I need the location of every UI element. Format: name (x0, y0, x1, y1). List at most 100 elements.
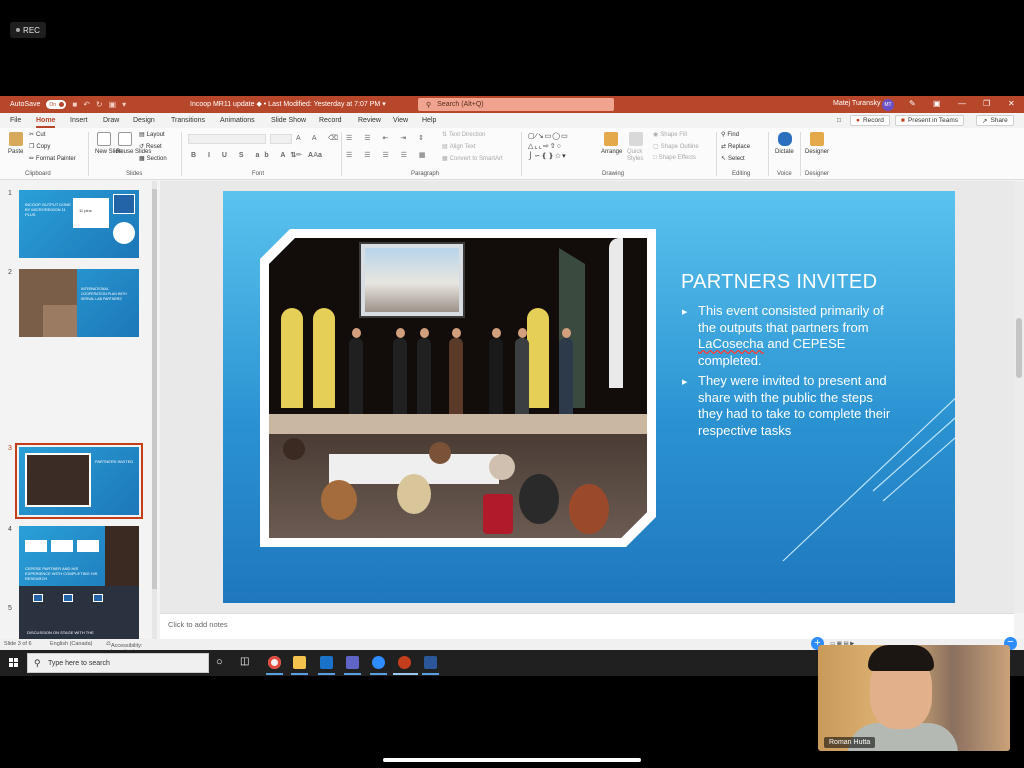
tab-record[interactable]: Record (319, 117, 342, 124)
chrome-icon[interactable] (268, 656, 281, 669)
ribbon-display-icon[interactable]: ▣ (933, 99, 941, 108)
quick-styles-button[interactable]: Quick Styles (627, 149, 649, 163)
tab-slide-show[interactable]: Slide Show (271, 117, 306, 124)
slide-editor[interactable]: PARTNERS INVITED This event consisted pr… (160, 181, 1024, 613)
font-size-controls[interactable]: A A ⌫ (296, 134, 343, 142)
tab-review[interactable]: Review (358, 117, 381, 124)
language-status[interactable]: English (Canada) (50, 641, 93, 647)
shape-effects-button[interactable]: □ Shape Effects (653, 155, 696, 161)
accessibility-status[interactable]: ⚖ Accessibility: Investigate (106, 641, 142, 655)
close-icon[interactable]: ✕ (1008, 99, 1015, 108)
convert-smartart-button[interactable]: ▦ Convert to SmartArt (442, 155, 503, 163)
slide-thumbnail-1[interactable]: INCOOP OUTPUT DONE BY MICROREGION 11 PLU… (19, 190, 139, 258)
shape-outline-button[interactable]: ▢ Shape Outline (653, 143, 699, 151)
tab-insert[interactable]: Insert (70, 117, 88, 124)
select-button[interactable]: ↖ Select (721, 155, 745, 163)
minimize-icon[interactable]: — (958, 99, 966, 108)
record-button[interactable]: ● Record (850, 115, 890, 126)
new-slide-icon[interactable] (97, 132, 111, 146)
notes-pane[interactable]: Click to add notes (160, 613, 1014, 639)
participant-name: Roman Hutta (824, 737, 876, 748)
avatar[interactable]: MT (882, 99, 894, 111)
copy-button[interactable]: ❐ Copy (29, 143, 50, 151)
slide-thumbnail-4[interactable]: CEPESE PARTNER AND HIS EXPERIENCE WITH C… (19, 526, 139, 594)
file-explorer-icon[interactable] (293, 656, 306, 669)
tab-view[interactable]: View (393, 117, 408, 124)
shape-fill-button[interactable]: ◉ Shape Fill (653, 131, 687, 139)
undo-icon[interactable]: ↶ (83, 100, 90, 109)
font-family-select[interactable] (188, 134, 266, 144)
thumbnail-scrollbar-thumb[interactable] (152, 189, 157, 589)
active-indicator (422, 673, 439, 675)
outlook-icon[interactable] (320, 656, 333, 669)
align-buttons[interactable]: ☰ ☰ ☰ ☰ ▦ (346, 151, 431, 159)
layout-button[interactable]: ▤ Layout (139, 131, 165, 139)
designer-icon[interactable] (810, 132, 824, 146)
slide-photo[interactable] (269, 238, 647, 538)
tab-transitions[interactable]: Transitions (171, 117, 205, 124)
slide-title[interactable]: PARTNERS INVITED (681, 271, 877, 294)
quick-styles-icon[interactable] (629, 132, 643, 146)
dictate-button[interactable]: Dictate (775, 149, 794, 155)
powerpoint-icon[interactable] (398, 656, 411, 669)
present-in-teams-button[interactable]: ■ Present in Teams (895, 115, 965, 126)
teams-icon[interactable] (346, 656, 359, 669)
designer-button[interactable]: Designer (805, 149, 829, 155)
slide-thumbnail-3[interactable]: PARTNERS INVITED (15, 443, 143, 519)
taskbar-search-input[interactable]: ⚲ Type here to search (27, 653, 209, 673)
slide-thumbnail-2[interactable]: INTERNATIONAL COOPERATION PLAN WITH SERV… (19, 269, 139, 337)
search-input[interactable]: ⚲ Search (Alt+Q) (418, 98, 614, 111)
font-color-buttons[interactable]: ✏ A (296, 151, 323, 159)
tab-animations[interactable]: Animations (220, 117, 255, 124)
windows-start-icon[interactable] (9, 658, 19, 668)
arrange-icon[interactable] (604, 132, 618, 146)
replace-button[interactable]: ⇄ Replace (721, 143, 750, 151)
format-painter-button[interactable]: ✏ Format Painter (29, 155, 76, 163)
redo-icon[interactable]: ↻ (96, 100, 103, 109)
font-size-select[interactable] (270, 134, 292, 144)
microphone-icon[interactable] (778, 132, 792, 146)
cut-button[interactable]: ✂ Cut (29, 131, 45, 139)
current-slide[interactable]: PARTNERS INVITED This event consisted pr… (223, 191, 955, 603)
user-name[interactable]: Matej Turansky (833, 100, 880, 107)
slide-thumbnail-6[interactable]: DISCUSSION ON STAGE WITH THE (19, 586, 139, 639)
slide-photo-frame[interactable] (260, 229, 656, 547)
find-button[interactable]: ⚲ Find (721, 131, 739, 139)
comments-icon[interactable]: □ (832, 115, 846, 126)
customize-toolbar-icon[interactable]: ▾ (122, 100, 126, 109)
align-text-button[interactable]: ▤ Align Text (442, 143, 476, 151)
restore-icon[interactable]: ❐ (983, 99, 990, 108)
list-buttons[interactable]: ☰ ☰ ⇤ ⇥ ⇕ (346, 134, 429, 142)
text-direction-button[interactable]: ⇅ Text Direction (442, 131, 485, 139)
active-indicator (291, 673, 308, 675)
start-from-beginning-icon[interactable]: ▣ (109, 100, 117, 109)
tab-file[interactable]: File (10, 117, 21, 124)
slide-scrollbar-thumb[interactable] (1016, 318, 1022, 378)
zoom-icon[interactable] (372, 656, 385, 669)
notes-placeholder[interactable]: Click to add notes (168, 620, 228, 629)
tab-draw[interactable]: Draw (103, 117, 119, 124)
save-icon[interactable]: ■ (72, 100, 77, 109)
document-title[interactable]: Incoop MR11 update ◆ • Last Modified: Ye… (190, 100, 386, 108)
reuse-slides-icon[interactable] (118, 132, 132, 146)
participant-video[interactable]: Roman Hutta (818, 645, 1010, 751)
tab-home[interactable]: Home (36, 117, 56, 128)
pen-icon[interactable]: ✎ (909, 99, 916, 108)
paste-icon[interactable] (9, 132, 23, 146)
reset-button[interactable]: ↺ Reset (139, 143, 162, 151)
home-indicator[interactable] (383, 758, 641, 762)
arrange-button[interactable]: Arrange (601, 149, 622, 155)
autosave-toggle[interactable]: On (46, 100, 67, 109)
share-button[interactable]: ↗ Share (976, 115, 1014, 126)
shapes-gallery[interactable]: ▢∕↘▭◯▭ △⌞⌞⇨⇧○ ⎭∽❴❵☆▾ (528, 132, 594, 164)
tab-help[interactable]: Help (422, 117, 436, 124)
title-bar: AutoSave On ■ ↶ ↻ ▣ ▾ Incoop MR11 update… (0, 96, 1024, 113)
slide-scrollbar[interactable] (1014, 181, 1024, 613)
cortana-icon[interactable]: ○ (216, 656, 229, 669)
paste-button[interactable]: Paste (8, 149, 23, 155)
brush-icon: ✏ (29, 156, 35, 162)
word-icon[interactable] (424, 656, 437, 669)
section-button[interactable]: ▦ Section (139, 155, 167, 163)
tab-design[interactable]: Design (133, 117, 155, 124)
task-view-icon[interactable]: ◫ (240, 656, 253, 669)
